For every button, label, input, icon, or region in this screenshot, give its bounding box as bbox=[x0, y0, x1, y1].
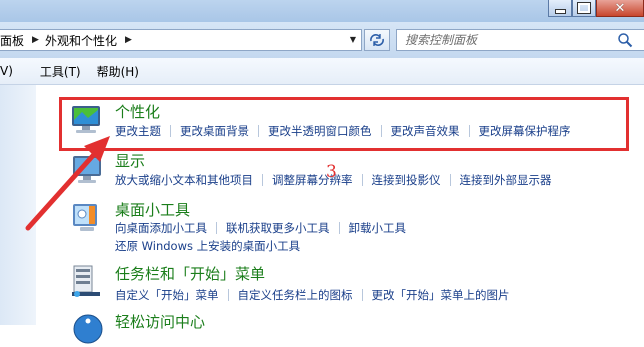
annotation-arrow-icon bbox=[25, 136, 110, 231]
